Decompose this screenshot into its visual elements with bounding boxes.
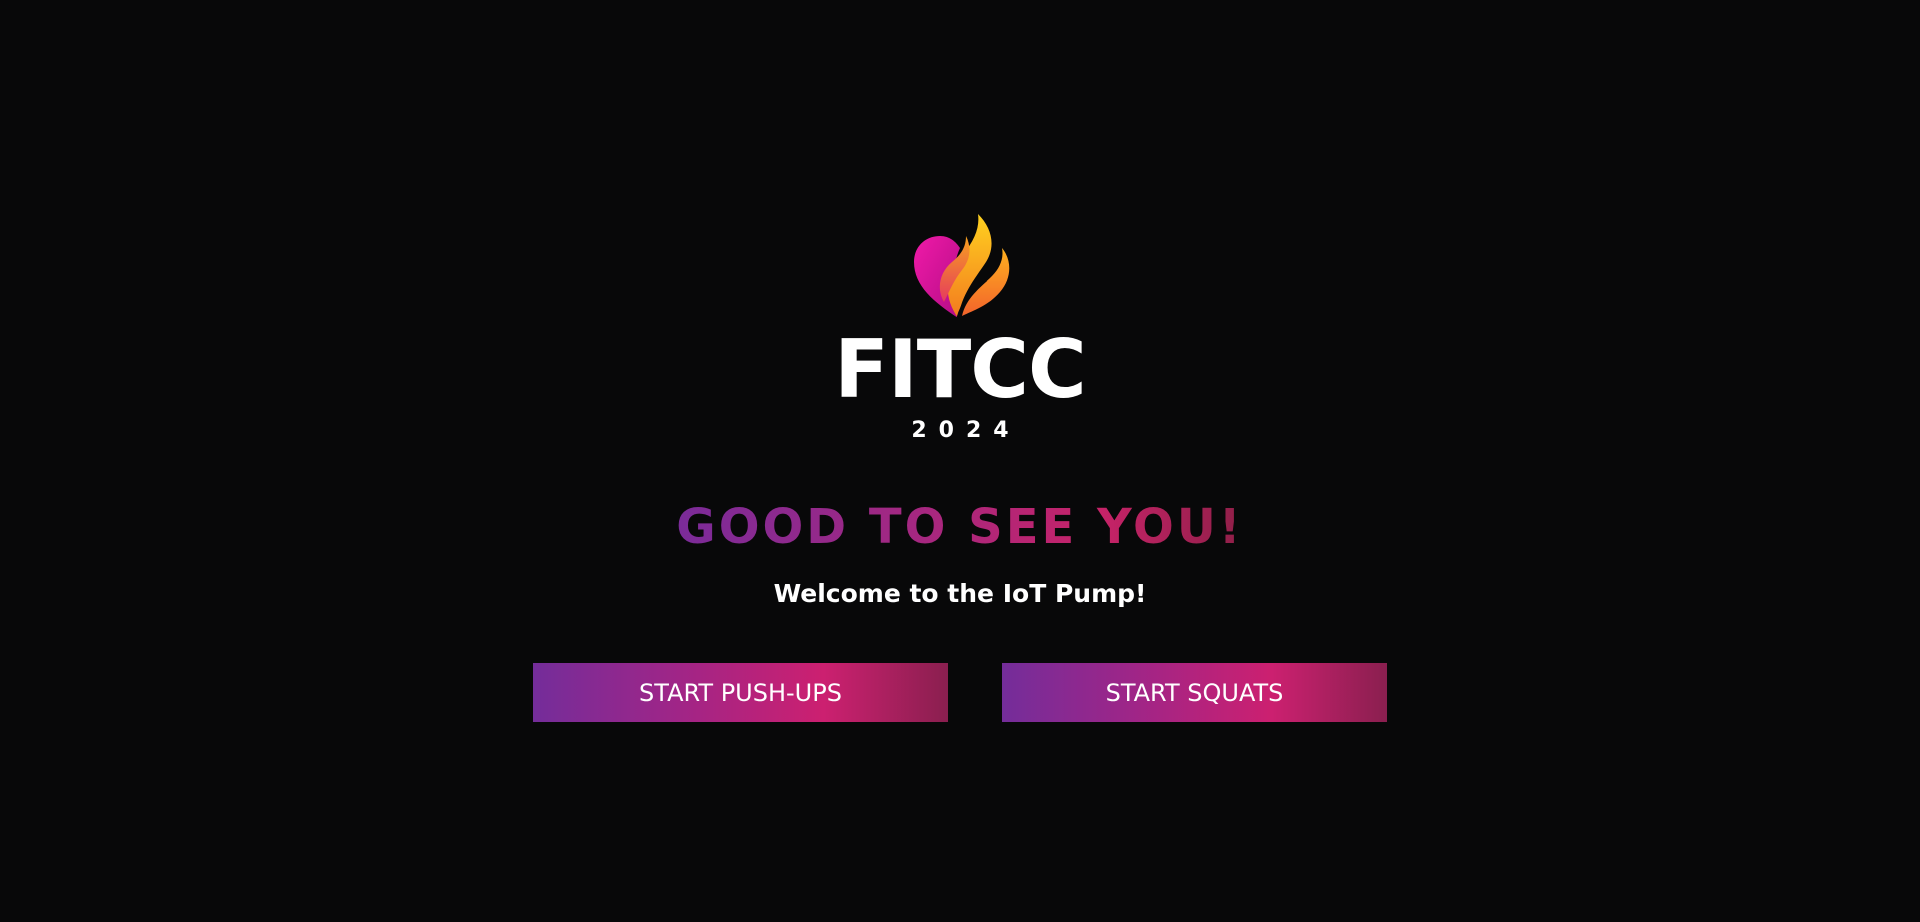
greeting-heading-wrap: GOOD TO SEE YOU! xyxy=(0,498,1920,556)
brand-year: 2024 xyxy=(911,418,1021,443)
greeting-title: GOOD TO SEE YOU! xyxy=(676,499,1244,555)
welcome-message: Welcome to the IoT Pump! xyxy=(773,579,1147,608)
heart-flame-icon xyxy=(914,214,1010,319)
fitcc-logo: FITCC 2024 xyxy=(0,206,1920,444)
start-pushups-button[interactable]: START PUSH-UPS xyxy=(533,663,948,722)
welcome-page: FITCC 2024 GOOD TO SEE YOU! Welcome to t… xyxy=(0,0,1920,922)
brand-name: FITCC xyxy=(834,323,1086,416)
start-squats-button[interactable]: START SQUATS xyxy=(1002,663,1387,722)
